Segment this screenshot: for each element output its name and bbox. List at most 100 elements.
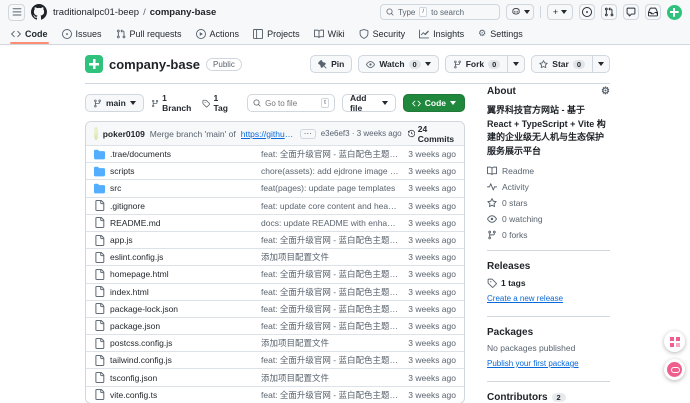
branches-link[interactable]: 1 Branch [151, 93, 195, 113]
extension-widget-grid[interactable] [664, 331, 685, 352]
code-button[interactable]: Code [403, 94, 465, 112]
breadcrumb-owner[interactable]: traditionalpc01-beep [53, 7, 139, 18]
tags-link[interactable]: 1 Tag [202, 93, 233, 113]
contributors-title[interactable]: Contributors 2 [487, 392, 610, 403]
star-button[interactable]: Star 0 [531, 55, 610, 73]
create-new-button[interactable]: + [547, 4, 573, 20]
tags-count-link[interactable]: 1 tags [487, 278, 610, 288]
file-name-link[interactable]: README.md [110, 218, 256, 228]
about-readme-link[interactable]: Readme [487, 166, 610, 176]
file-name-link[interactable]: eslint.config.js [110, 252, 256, 262]
create-release-link[interactable]: Create a new release [487, 294, 563, 303]
commit-author-avatar[interactable] [94, 127, 98, 140]
file-icon [94, 235, 105, 246]
tab-wiki[interactable]: Wiki [307, 23, 352, 44]
commit-message-link[interactable]: feat: 全面升级官网 - 蓝白配色主题，新增页面和组件 [261, 354, 399, 366]
tab-actions[interactable]: Actions [189, 23, 247, 44]
tag-icon [487, 278, 497, 288]
about-watching-link[interactable]: 0 watching [487, 214, 610, 224]
visibility-badge: Public [206, 58, 242, 71]
gear-icon[interactable]: ⚙ [601, 86, 610, 97]
table-row: scripts chore(assets): add ejdrone image… [86, 162, 464, 179]
fork-dropdown[interactable] [507, 56, 524, 72]
watch-button[interactable]: Watch 0 [358, 55, 438, 73]
breadcrumb-repo[interactable]: company-base [150, 7, 217, 18]
file-name-link[interactable]: .trae/documents [110, 149, 256, 159]
commit-message-link[interactable]: feat: 全面升级官网 - 蓝白配色主题，新增页面和组件 [261, 320, 399, 332]
packages-empty-text: No packages published [487, 343, 610, 353]
commit-message-link[interactable]: 添加项目配置文件 [261, 372, 399, 384]
commit-message-link[interactable]: docs: update README with enhanced sectio… [261, 218, 399, 228]
branch-selector-button[interactable]: main [85, 94, 144, 112]
hamburger-menu-button[interactable] [8, 4, 25, 21]
commit-message-link[interactable]: 添加项目配置文件 [261, 337, 399, 349]
pin-button[interactable]: Pin [310, 55, 352, 73]
search-input[interactable]: Type / to search [380, 4, 500, 20]
ellipsis-button[interactable]: ⋯ [300, 129, 316, 139]
folder-icon [94, 166, 105, 177]
file-name-link[interactable]: app.js [110, 235, 256, 245]
tab-projects[interactable]: Projects [246, 23, 307, 44]
commit-message-link[interactable]: chore(assets): add ejdrone image set and… [261, 166, 399, 176]
commit-date: 3 weeks ago [404, 149, 456, 159]
commit-message[interactable]: Merge branch 'main' of [150, 129, 236, 139]
commit-message-link[interactable]: 添加项目配置文件 [261, 251, 399, 263]
file-name-link[interactable]: scripts [110, 166, 256, 176]
commit-message-link[interactable]: feat: update core content and header com… [261, 201, 399, 211]
add-file-button[interactable]: Add file [342, 94, 396, 112]
fork-button[interactable]: Fork 0 [445, 55, 526, 73]
file-name-link[interactable]: src [110, 183, 256, 193]
copilot-button[interactable] [506, 4, 534, 20]
commit-message-link[interactable]: feat: 全面升级官网 - 蓝白配色主题，新增页面和组件 [261, 389, 399, 401]
t-key-hint: t [321, 98, 329, 108]
commit-message-link[interactable]: feat: 全面升级官网 - 蓝白配色主题，新增页面和组件 [261, 286, 399, 298]
file-name-link[interactable]: tsconfig.json [110, 373, 256, 383]
star-icon [539, 60, 548, 69]
tab-insights[interactable]: Insights [412, 23, 471, 44]
commit-message-link[interactable]: feat: 全面升级官网 - 蓝白配色主题，新增页面和组件 [261, 268, 399, 280]
page-title[interactable]: company-base [109, 57, 200, 72]
about-activity-link[interactable]: Activity [487, 182, 610, 192]
commit-sha-time[interactable]: e3e6ef3 · 3 weeks ago [321, 129, 402, 138]
star-dropdown[interactable] [592, 56, 609, 72]
publish-package-link[interactable]: Publish your first package [487, 359, 579, 368]
repo-owner-avatar[interactable] [85, 55, 103, 73]
file-name-link[interactable]: tailwind.config.js [110, 355, 256, 365]
file-name-link[interactable]: vite.config.ts [110, 390, 256, 400]
file-name-link[interactable]: package.json [110, 321, 256, 331]
commit-message-link[interactable]: feat: 全面升级官网 - 蓝白配色主题，新增页面和组件 [261, 234, 399, 246]
about-forks-link[interactable]: 0 forks [487, 230, 610, 240]
tab-security[interactable]: Security [352, 23, 413, 44]
inbox-header-button[interactable] [645, 4, 661, 20]
search-icon [386, 8, 394, 16]
commit-history-link[interactable]: 24 Commits [408, 124, 456, 144]
pull-requests-header-button[interactable] [601, 4, 617, 20]
table-row: .gitignore feat: update core content and… [86, 197, 464, 214]
issues-header-button[interactable] [579, 4, 595, 20]
tab-pull-requests[interactable]: Pull requests [109, 23, 189, 44]
goto-file-field[interactable] [265, 99, 317, 108]
tab-code[interactable]: Code [4, 23, 55, 44]
releases-title[interactable]: Releases [487, 261, 610, 272]
extension-widget-logo[interactable] [664, 359, 685, 380]
commit-message-link[interactable]: feat: 全面升级官网 - 蓝白配色主题，新增页面和组件 [261, 303, 399, 315]
user-avatar[interactable] [667, 5, 682, 20]
chevron-down-icon [130, 101, 136, 105]
file-name-link[interactable]: index.html [110, 287, 256, 297]
about-stars-link[interactable]: 0 stars [487, 198, 610, 208]
file-name-link[interactable]: .gitignore [110, 201, 256, 211]
file-name-link[interactable]: package-lock.json [110, 304, 256, 314]
commit-message-link[interactable]: feat: 全面升级官网 - 蓝白配色主题，新增页面和组件 [261, 148, 399, 160]
tab-issues[interactable]: Issues [55, 23, 109, 44]
github-logo-icon[interactable] [31, 4, 47, 20]
tab-settings[interactable]: ⚙Settings [471, 23, 530, 44]
file-name-link[interactable]: homepage.html [110, 269, 256, 279]
packages-title[interactable]: Packages [487, 327, 610, 338]
discussions-header-button[interactable] [623, 4, 639, 20]
file-name-link[interactable]: postcss.config.js [110, 338, 256, 348]
commit-author[interactable]: poker0109 [103, 129, 145, 139]
commit-message-link[interactable]: feat(pages): update page templates [261, 183, 399, 193]
table-row: app.js feat: 全面升级官网 - 蓝白配色主题，新增页面和组件 3 w… [86, 231, 464, 248]
commit-message-link[interactable]: https://github.com/traditionalpc01-beep/… [241, 129, 295, 139]
goto-file-input[interactable]: t [247, 94, 335, 112]
